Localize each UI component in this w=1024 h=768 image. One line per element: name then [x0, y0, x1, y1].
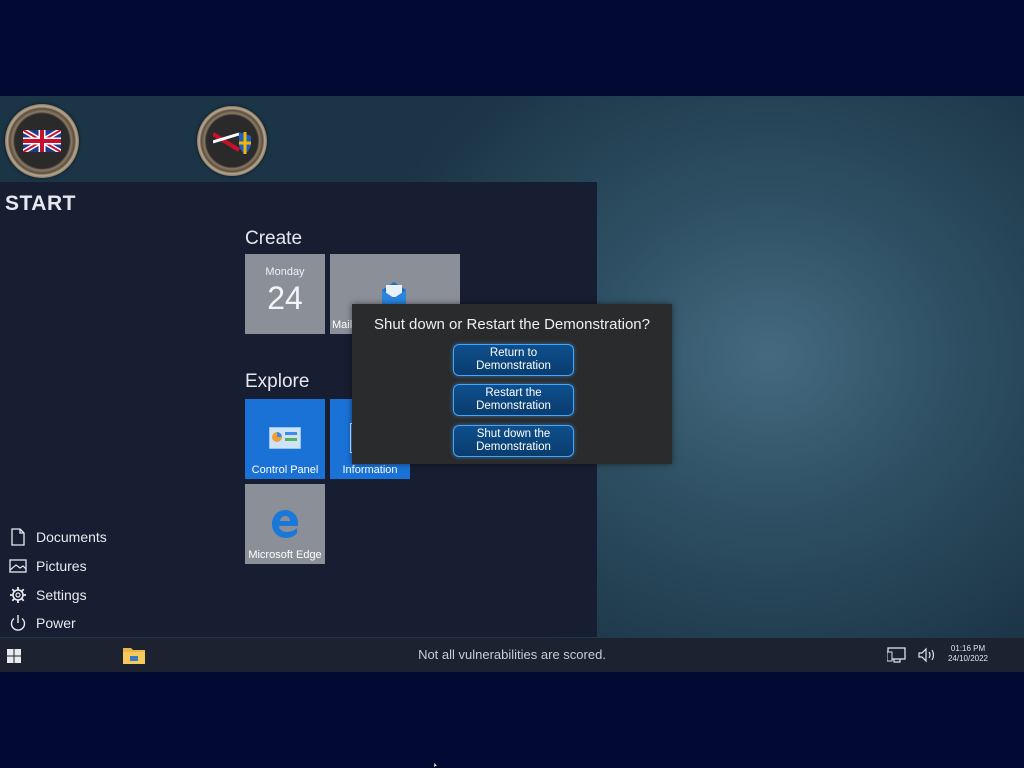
flag-shield-icon — [213, 132, 251, 154]
control-panel-icon — [269, 427, 301, 449]
return-to-demonstration-button[interactable]: Return to Demonstration — [453, 344, 574, 376]
edge-icon — [272, 510, 298, 538]
gear-icon — [8, 585, 28, 605]
side-item-settings[interactable]: Settings — [8, 584, 87, 606]
side-item-power[interactable]: Power — [8, 612, 76, 634]
side-item-label: Pictures — [36, 558, 87, 574]
picture-icon — [8, 556, 28, 576]
shutdown-demonstration-button[interactable]: Shut down the Demonstration — [453, 425, 574, 457]
calendar-day-number: 24 — [267, 280, 303, 316]
information-label: Information — [342, 464, 398, 476]
side-item-label: Power — [36, 615, 76, 631]
clock-time: 01:16 PM — [950, 644, 986, 653]
shutdown-dialog: Shut down or Restart the Demonstration? … — [352, 304, 672, 464]
taskbar: Not all vulnerabilities are scored. 01:1… — [0, 638, 1024, 672]
control-panel-label: Control Panel — [251, 464, 319, 476]
desktop-emblem-shield-icon[interactable] — [197, 106, 267, 176]
section-create-title: Create — [245, 228, 303, 249]
side-item-pictures[interactable]: Pictures — [8, 555, 87, 577]
letterbox-bottom — [0, 672, 1024, 768]
side-item-documents[interactable]: Documents — [8, 526, 107, 548]
microsoft-edge-tile[interactable]: Microsoft Edge — [245, 484, 325, 564]
desktop-emblem-uk-icon[interactable] — [5, 104, 79, 178]
scoring-notice: Not all vulnerabilities are scored. — [418, 647, 606, 662]
emblem-badge — [197, 106, 267, 176]
side-item-label: Settings — [36, 587, 87, 603]
emblem-badge — [5, 104, 79, 178]
power-icon — [8, 613, 28, 633]
letterbox-top — [0, 0, 1024, 96]
calendar-tile[interactable]: Monday 24 — [245, 254, 325, 334]
section-explore-title: Explore — [245, 371, 310, 392]
dialog-title: Shut down or Restart the Demonstration? — [374, 316, 650, 333]
taskbar-clock[interactable]: 01:16 PM 24/10/2022 — [942, 644, 994, 664]
side-item-label: Documents — [36, 529, 107, 545]
network-icon[interactable] — [887, 646, 907, 664]
control-panel-tile[interactable]: Control Panel — [245, 399, 325, 479]
restart-demonstration-button[interactable]: Restart the Demonstration — [453, 384, 574, 416]
document-icon — [8, 527, 28, 547]
mail-icon — [382, 282, 406, 304]
mouse-cursor-icon — [434, 762, 440, 768]
calendar-day-name: Monday — [265, 266, 305, 278]
volume-icon[interactable] — [917, 646, 937, 664]
start-title: START — [5, 192, 76, 215]
microsoft-edge-label: Microsoft Edge — [248, 549, 322, 561]
desktop: START Create Explore Monday 24 Mail Cont… — [0, 96, 1024, 672]
union-flag-icon — [23, 130, 61, 152]
clock-date: 24/10/2022 — [947, 654, 989, 663]
